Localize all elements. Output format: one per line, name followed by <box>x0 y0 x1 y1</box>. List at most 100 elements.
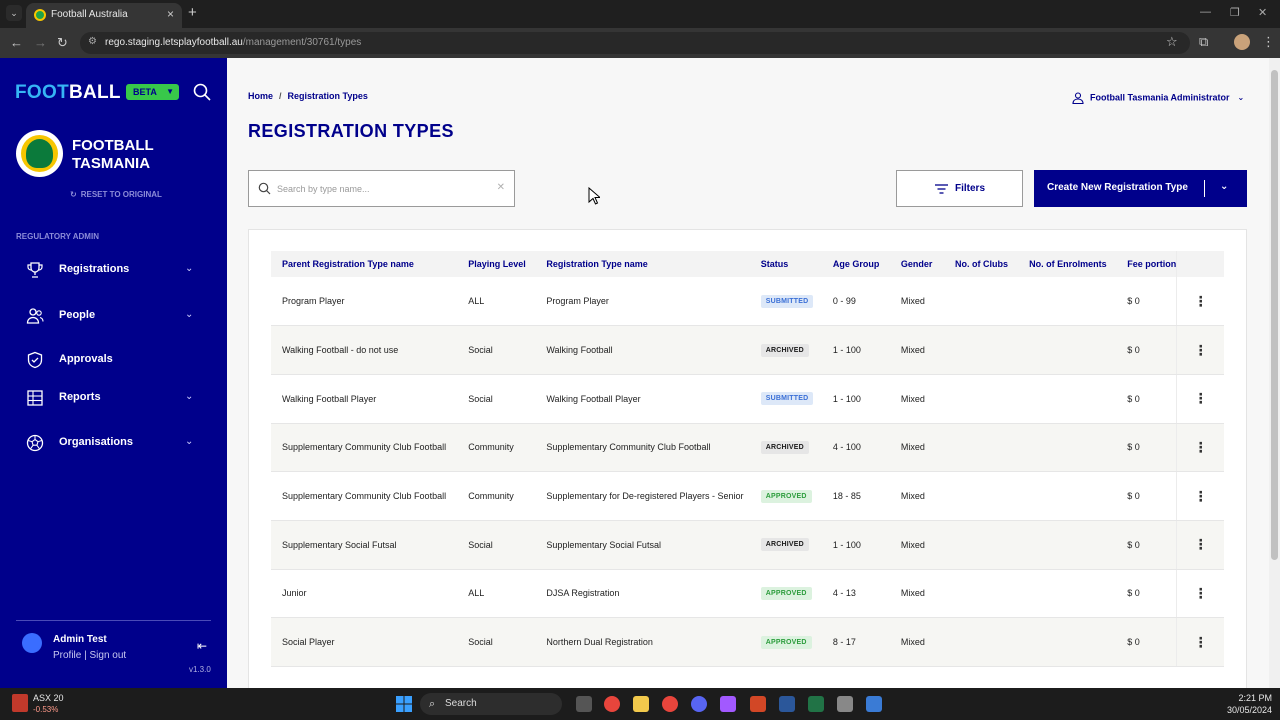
row-actions-kebab-icon[interactable]: ⋮ <box>1176 325 1224 375</box>
table-row[interactable]: Supplementary Community Club Football Com… <box>271 423 1224 473</box>
col-status[interactable]: Status <box>749 251 822 277</box>
cell-registration-type-name: Supplementary for De-registered Players … <box>535 471 750 521</box>
cell-age-group: 1 - 100 <box>821 520 890 570</box>
tab-close-icon[interactable]: × <box>167 7 174 21</box>
minimize-icon[interactable]: — <box>1200 6 1211 18</box>
col-gender[interactable]: Gender <box>889 251 944 277</box>
figma-icon[interactable] <box>720 696 736 712</box>
sign-out-icon[interactable]: ⇤ <box>197 639 207 653</box>
extensions-icon[interactable]: ⧉ <box>1199 34 1208 50</box>
status-badge: ARCHIVED <box>760 440 809 454</box>
profile-signout-links[interactable]: Profile | Sign out <box>53 650 126 661</box>
system-clock[interactable]: 2:21 PM 30/05/2024 <box>1226 692 1272 716</box>
windows-start-icon[interactable] <box>396 696 412 712</box>
col-fee-portion[interactable]: Fee portion <box>1116 251 1177 277</box>
row-actions-kebab-icon[interactable]: ⋮ <box>1176 569 1224 619</box>
reload-icon[interactable]: ↻ <box>57 35 68 51</box>
excel-icon[interactable] <box>808 696 824 712</box>
maximize-icon[interactable]: ❐ <box>1230 6 1240 19</box>
table-row[interactable]: Supplementary Community Club Football Com… <box>271 471 1224 521</box>
status-badge: ARCHIVED <box>760 343 809 357</box>
row-actions-kebab-icon[interactable]: ⋮ <box>1176 374 1224 424</box>
col-no-of-clubs[interactable]: No. of Clubs <box>944 251 1019 277</box>
window-close-icon[interactable]: ✕ <box>1258 6 1267 19</box>
user-avatar-icon[interactable] <box>22 633 42 653</box>
col-playing-level[interactable]: Playing Level <box>457 251 536 277</box>
status-badge: SUBMITTED <box>760 294 814 308</box>
search-icon[interactable] <box>193 83 211 101</box>
tab-search-chevron-icon[interactable]: ⌄ <box>6 5 22 21</box>
col-parent-name[interactable]: Parent Registration Type name <box>271 251 458 277</box>
chrome-icon[interactable] <box>604 696 620 712</box>
browser-profile-avatar[interactable] <box>1234 34 1250 50</box>
chevron-down-icon[interactable]: ⌄ <box>1220 181 1228 192</box>
trophy-icon <box>27 262 43 278</box>
task-view-icon[interactable] <box>576 696 592 712</box>
reset-to-original-link[interactable]: ↻ RESET TO ORIGINAL <box>70 190 162 199</box>
cell-gender: Mixed <box>889 520 944 570</box>
file-explorer-icon[interactable] <box>633 696 649 712</box>
word-icon[interactable] <box>779 696 795 712</box>
stock-widget[interactable]: ASX 20 -0.53% <box>33 693 64 715</box>
table-row[interactable]: Supplementary Social Futsal Social Supplem… <box>271 520 1224 570</box>
taskbar-search[interactable]: ⌕ Search <box>420 693 562 715</box>
row-actions-kebab-icon[interactable]: ⋮ <box>1176 520 1224 570</box>
search-input[interactable] <box>277 180 487 198</box>
cell-no-of-enrolments <box>1018 520 1117 570</box>
create-registration-type-button[interactable]: Create New Registration Type ⌄ <box>1034 170 1247 207</box>
tab-title: Football Australia <box>51 9 128 20</box>
site-info-icon[interactable]: ⚙ <box>88 37 98 47</box>
outlook-icon[interactable] <box>866 696 882 712</box>
row-actions-kebab-icon[interactable]: ⋮ <box>1176 423 1224 473</box>
football-logo[interactable]: FOOTBALL <box>15 82 121 104</box>
cell-status: APPROVED <box>749 569 822 619</box>
stock-widget-icon[interactable] <box>12 694 28 712</box>
registration-types-card: Parent Registration Type name Playing Le… <box>248 229 1247 688</box>
browser-tab[interactable]: Football Australia × <box>26 3 182 28</box>
chrome-profile-icon[interactable] <box>662 696 678 712</box>
browser-tab-bar: ⌄ Football Australia × + — ❐ ✕ <box>0 0 1280 28</box>
table-row[interactable]: Social Player Social Northern Dual Registr… <box>271 617 1224 667</box>
sidebar-item-people[interactable]: People ⌄ <box>0 302 227 332</box>
page-scrollbar[interactable] <box>1269 58 1280 688</box>
clear-search-icon[interactable]: ✕ <box>497 182 505 193</box>
snipping-tool-icon[interactable] <box>837 696 853 712</box>
cell-gender: Mixed <box>889 423 944 473</box>
url-field[interactable]: ⚙ rego.staging.letsplayfootball.au/manag… <box>80 32 1190 54</box>
row-actions-kebab-icon[interactable]: ⋮ <box>1176 277 1224 327</box>
row-actions-kebab-icon[interactable]: ⋮ <box>1176 617 1224 667</box>
powerpoint-icon[interactable] <box>750 696 766 712</box>
sidebar-item-label: Approvals <box>59 353 113 365</box>
app-version: v1.3.0 <box>189 665 211 674</box>
browser-menu-icon[interactable]: ⋮ <box>1262 34 1275 50</box>
col-registration-type-name[interactable]: Registration Type name <box>535 251 750 277</box>
sidebar-item-registrations[interactable]: Registrations ⌄ <box>0 256 227 286</box>
cell-fee-portion: $ 0 <box>1116 569 1177 619</box>
table-row[interactable]: Walking Football - do not use Social Walki… <box>271 325 1224 375</box>
sidebar-item-organisations[interactable]: Organisations ⌄ <box>0 429 227 459</box>
scrollbar-thumb[interactable] <box>1271 70 1278 560</box>
breadcrumb-home[interactable]: Home <box>248 91 273 101</box>
beta-badge[interactable]: BETA ▼ <box>126 84 179 100</box>
col-age-group[interactable]: Age Group <box>821 251 890 277</box>
button-divider <box>1204 180 1205 197</box>
filters-button[interactable]: Filters <box>896 170 1023 207</box>
table-row[interactable]: Program Player ALL Program Player SUBMITTED… <box>271 277 1224 327</box>
cell-playing-level: Social <box>457 520 536 570</box>
sidebar-item-approvals[interactable]: Approvals <box>0 346 227 376</box>
table-row[interactable]: Walking Football Player Social Walking Foo… <box>271 374 1224 424</box>
cell-registration-type-name: Walking Football Player <box>535 374 750 424</box>
discord-icon[interactable] <box>691 696 707 712</box>
admin-role-selector[interactable]: Football Tasmania Administrator ⌄ <box>1072 92 1244 104</box>
cell-age-group: 0 - 99 <box>821 277 890 327</box>
search-icon <box>258 182 271 195</box>
col-no-of-enrolments[interactable]: No. of Enrolments <box>1018 251 1117 277</box>
bookmark-star-icon[interactable]: ☆ <box>1166 34 1178 50</box>
table-row[interactable]: Junior ALL DJSA Registration APPROVED 4 - 13… <box>271 569 1224 619</box>
forward-arrow-icon[interactable]: → <box>34 35 47 50</box>
back-arrow-icon[interactable]: ← <box>10 35 23 50</box>
row-actions-kebab-icon[interactable]: ⋮ <box>1176 471 1224 521</box>
cell-playing-level: ALL <box>457 569 536 619</box>
sidebar-item-reports[interactable]: Reports ⌄ <box>0 384 227 414</box>
new-tab-icon[interactable]: + <box>188 4 197 21</box>
